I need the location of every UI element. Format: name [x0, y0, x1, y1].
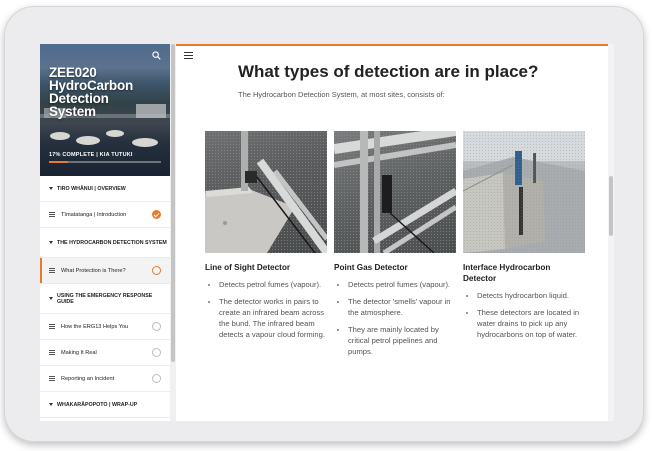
- bullet-item: The detector 'smells' vapour in the atmo…: [348, 296, 456, 318]
- search-icon[interactable]: [152, 51, 161, 60]
- section-overview[interactable]: TIRO WHĀNUI | OVERVIEW: [40, 176, 170, 202]
- lesson-label: Making It Real: [61, 349, 97, 356]
- detector-title: Interface Hydrocarbon Detector: [463, 263, 551, 283]
- section-emergency-response-guide[interactable]: USING THE EMERGENCY RESPONSE GUIDE: [40, 284, 170, 314]
- incomplete-circle-icon: [152, 348, 161, 357]
- incomplete-circle-icon: [152, 374, 161, 383]
- section-label: WHAKARĀPOPOTO | WRAP-UP: [57, 401, 138, 408]
- section-label: USING THE EMERGENCY RESPONSE GUIDE: [57, 292, 153, 305]
- chevron-down-icon: [49, 241, 53, 244]
- app-screen: ZEE020 HydroCarbon Detection System 17% …: [40, 44, 614, 421]
- content-scrollbar[interactable]: [608, 44, 614, 421]
- document-icon: [49, 376, 55, 381]
- course-progress-bar: [49, 161, 161, 163]
- document-icon: [49, 212, 55, 217]
- section-hydrocarbon-detection-system[interactable]: THE HYDROCARBON DETECTION SYSTEM: [40, 228, 170, 258]
- point-gas-detector-image: [334, 131, 456, 253]
- document-icon: [49, 324, 55, 329]
- section-label: TIRO WHĀNUI | OVERVIEW: [57, 185, 126, 192]
- detector-title: Line of Sight Detector: [205, 263, 291, 272]
- lesson-what-protection[interactable]: What Protection is There?: [40, 258, 170, 284]
- lesson-erg13[interactable]: How the ERG13 Helps You: [40, 314, 170, 340]
- in-progress-circle-icon: [152, 266, 161, 275]
- document-icon: [49, 350, 55, 355]
- detector-bullets: Detects hydrocarbon liquid. These detect…: [463, 290, 585, 340]
- lesson-label: Reporting an Incident: [61, 375, 115, 382]
- incomplete-circle-icon: [152, 322, 161, 331]
- page-title: What types of detection are in place?: [238, 62, 539, 81]
- lesson-content: What types of detection are in place? Th…: [176, 44, 614, 421]
- detector-column: Interface Hydrocarbon Detector Detects h…: [463, 262, 585, 346]
- tablet-frame: ZEE020 HydroCarbon Detection System 17% …: [4, 6, 644, 442]
- detector-column: Point Gas Detector Detects petrol fumes …: [334, 262, 456, 363]
- detector-title: Point Gas Detector: [334, 263, 408, 272]
- line-of-sight-detector-image: [205, 131, 327, 253]
- lesson-reporting-incident[interactable]: Reporting an Incident: [40, 366, 170, 392]
- lesson-menu: TIRO WHĀNUI | OVERVIEW Tīmatatanga | Int…: [40, 176, 170, 418]
- lesson-label: How the ERG13 Helps You: [61, 323, 129, 330]
- lesson-making-it-real[interactable]: Making It Real: [40, 340, 170, 366]
- bullet-item: The detector works in pairs to create an…: [219, 296, 327, 340]
- bullet-item: They are mainly located by critical petr…: [348, 324, 456, 357]
- intro-text: The Hydrocarbon Detection System, at mos…: [238, 90, 445, 99]
- lesson-label: What Protection is There?: [61, 267, 126, 274]
- detector-column: Line of Sight Detector Detects petrol fu…: [205, 262, 327, 346]
- complete-check-icon: [152, 210, 161, 219]
- course-progress-text: 17% COMPLETE | KIA TUTUKI: [49, 152, 133, 158]
- course-title: ZEE020 HydroCarbon Detection System: [49, 65, 134, 119]
- bullet-item: Detects petrol fumes (vapour).: [348, 279, 456, 290]
- hamburger-menu-icon[interactable]: [184, 52, 193, 59]
- chevron-down-icon: [49, 403, 53, 406]
- course-progress-fill: [49, 161, 69, 163]
- chevron-down-icon: [49, 297, 53, 300]
- detector-bullets: Detects petrol fumes (vapour). The detec…: [205, 279, 327, 340]
- chevron-down-icon: [49, 187, 53, 190]
- lesson-introduction[interactable]: Tīmatatanga | Introduction: [40, 202, 170, 228]
- bullet-item: Detects petrol fumes (vapour).: [219, 279, 327, 290]
- detector-bullets: Detects petrol fumes (vapour). The detec…: [334, 279, 456, 357]
- interface-hydrocarbon-detector-image: [463, 131, 585, 253]
- lesson-progress-line: [176, 44, 614, 46]
- lesson-label: Tīmatatanga | Introduction: [61, 211, 127, 218]
- section-label: THE HYDROCARBON DETECTION SYSTEM: [57, 239, 167, 246]
- bullet-item: Detects hydrocarbon liquid.: [477, 290, 585, 301]
- bullet-item: These detectors are located in water dra…: [477, 307, 585, 340]
- document-icon: [49, 268, 55, 273]
- course-sidebar: ZEE020 HydroCarbon Detection System 17% …: [40, 44, 171, 421]
- section-wrap-up[interactable]: WHAKARĀPOPOTO | WRAP-UP: [40, 392, 170, 418]
- course-hero-banner: ZEE020 HydroCarbon Detection System 17% …: [40, 44, 170, 176]
